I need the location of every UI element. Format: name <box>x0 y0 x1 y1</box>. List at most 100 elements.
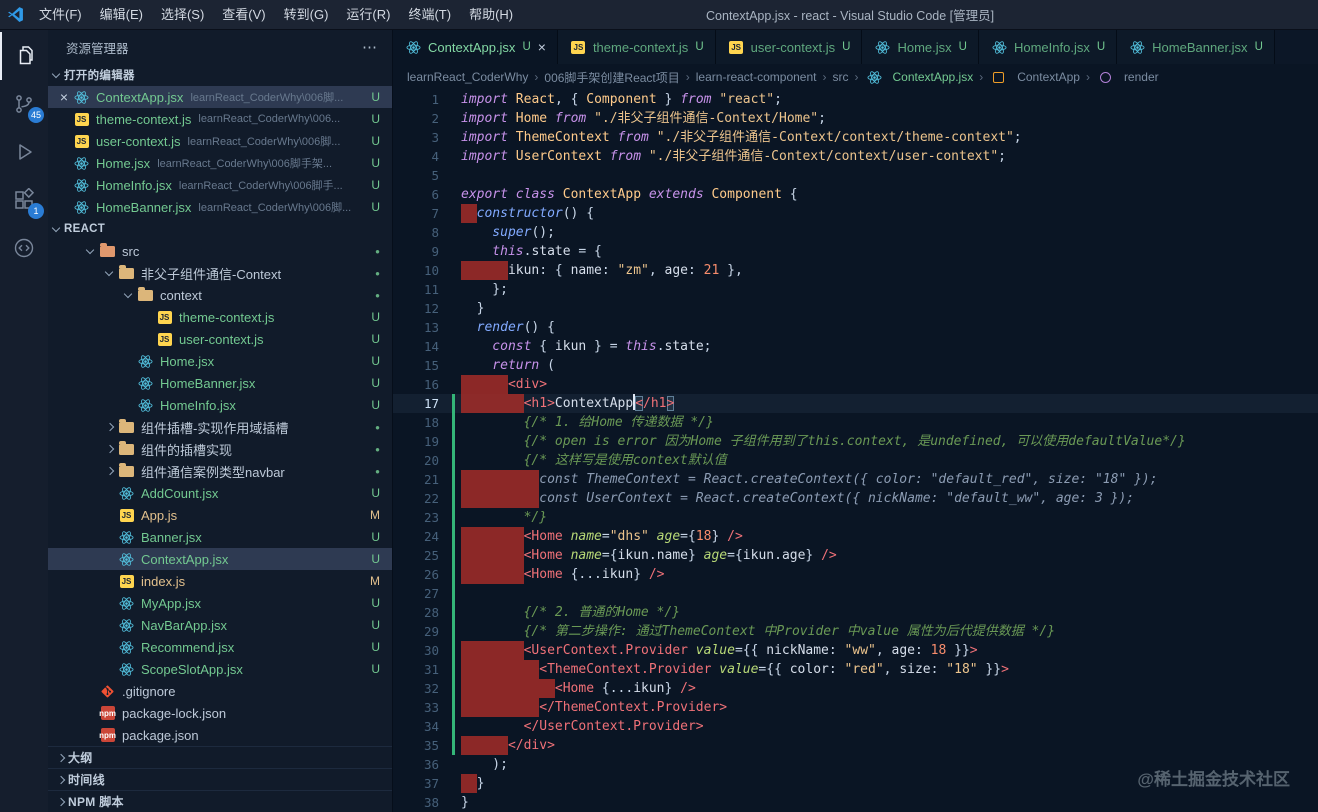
tree-item[interactable]: 组件通信案例类型navbar ● <box>48 460 392 482</box>
code-assistant-icon[interactable] <box>0 224 48 272</box>
tree-item[interactable]: NavBarApp.jsx U <box>48 614 392 636</box>
open-editor-item[interactable]: × ContextApp.jsx learnReact_CoderWhy\006脚.… <box>48 86 392 108</box>
editor-tab[interactable]: HomeBanner.jsx U <box>1117 30 1275 64</box>
open-editor-item[interactable]: JS theme-context.js learnReact_CoderWhy\00… <box>48 108 392 130</box>
tree-item[interactable]: ScopeSlotApp.jsx U <box>48 658 392 680</box>
breadcrumb-item[interactable]: ContextApp.jsx <box>865 66 973 88</box>
code-line[interactable]: 37} <box>393 774 1318 793</box>
more-actions-icon[interactable]: ⋯ <box>362 38 378 56</box>
menu-item-6[interactable]: 终端(T) <box>399 0 460 30</box>
tree-item[interactable]: AddCount.jsx U <box>48 482 392 504</box>
code-line[interactable]: 28 {/* 2. 普通的Home */} <box>393 603 1318 622</box>
tree-item[interactable]: ContextApp.jsx U <box>48 548 392 570</box>
code-line[interactable]: 21 const ThemeContext = React.createConte… <box>393 470 1318 489</box>
tree-item[interactable]: src ● <box>48 240 392 262</box>
code-line[interactable]: 18 {/* 1. 给Home 传递数据 */} <box>393 413 1318 432</box>
code-line[interactable]: 17 <h1>ContextApp </h1> <box>393 394 1318 413</box>
code-line[interactable]: 32 <Home {...ikun} /> <box>393 679 1318 698</box>
editor-tab[interactable]: JS theme-context.js U <box>557 30 716 64</box>
tree-item[interactable]: JS user-context.js U <box>48 328 392 350</box>
code-line[interactable]: 29 {/* 第二步操作: 通过ThemeContext 中Provider 中v… <box>393 622 1318 641</box>
close-editor-icon[interactable]: × <box>56 89 72 105</box>
code-line[interactable]: 9 this.state = { <box>393 242 1318 261</box>
open-editor-item[interactable]: HomeBanner.jsx learnReact_CoderWhy\006脚..… <box>48 196 392 218</box>
code-line[interactable]: 31 <ThemeContext.Provider value={{ color:… <box>393 660 1318 679</box>
code-line[interactable]: 26 <Home {...ikun} /> <box>393 565 1318 584</box>
tree-item[interactable]: Recommend.jsx U <box>48 636 392 658</box>
tree-item[interactable]: 组件的插槽实现 ● <box>48 438 392 460</box>
menu-item-1[interactable]: 编辑(E) <box>91 0 152 30</box>
sidebar-section-1[interactable]: 时间线 <box>48 768 392 790</box>
breadcrumb-item[interactable]: src <box>833 70 849 84</box>
menu-item-3[interactable]: 查看(V) <box>213 0 274 30</box>
tree-item[interactable]: HomeBanner.jsx U <box>48 372 392 394</box>
menu-item-4[interactable]: 转到(G) <box>275 0 338 30</box>
code-line[interactable]: 5 <box>393 166 1318 185</box>
run-debug-icon[interactable] <box>0 128 48 176</box>
tree-item[interactable]: npm package.json <box>48 724 392 746</box>
open-editors-header[interactable]: 打开的编辑器 <box>48 64 392 86</box>
code-line[interactable]: 15 return ( <box>393 356 1318 375</box>
tree-item[interactable]: Home.jsx U <box>48 350 392 372</box>
code-line[interactable]: 30 <UserContext.Provider value={{ nickNam… <box>393 641 1318 660</box>
extensions-icon[interactable]: 1 <box>0 176 48 224</box>
project-root-header[interactable]: REACT <box>48 218 392 240</box>
code-line[interactable]: 16 <div> <box>393 375 1318 394</box>
open-editor-item[interactable]: JS user-context.js learnReact_CoderWhy\006… <box>48 130 392 152</box>
breadcrumb-item[interactable]: render <box>1096 66 1159 88</box>
tree-item[interactable]: MyApp.jsx U <box>48 592 392 614</box>
code-line[interactable]: 35 </div> <box>393 736 1318 755</box>
breadcrumb-item[interactable]: learn-react-component <box>696 70 817 84</box>
explorer-icon[interactable] <box>0 32 48 80</box>
breadcrumb-item[interactable]: 006脚手架创建React项目 <box>544 69 679 86</box>
tree-item[interactable]: JS App.js M <box>48 504 392 526</box>
code-line[interactable]: 12} <box>393 299 1318 318</box>
code-line[interactable]: 19 {/* open is error 因为Home 子组件用到了this.co… <box>393 432 1318 451</box>
tree-item[interactable]: Banner.jsx U <box>48 526 392 548</box>
tree-item[interactable]: context ● <box>48 284 392 306</box>
code-line[interactable]: 27 <box>393 584 1318 603</box>
code-line[interactable]: 25 <Home name={ikun.name} age={ikun.age} … <box>393 546 1318 565</box>
open-editor-item[interactable]: Home.jsx learnReact_CoderWhy\006脚手架... U <box>48 152 392 174</box>
editor-tab[interactable]: ContextApp.jsx U × <box>393 30 558 64</box>
code-line[interactable]: 3 import ThemeContext from "./非父子组件通信-Con… <box>393 128 1318 147</box>
code-line[interactable]: 22 const UserContext = React.createContex… <box>393 489 1318 508</box>
tree-item[interactable]: npm package-lock.json <box>48 702 392 724</box>
code-line[interactable]: 7 constructor() { <box>393 204 1318 223</box>
breadcrumb-item[interactable]: learnReact_CoderWhy <box>407 70 528 84</box>
menu-item-5[interactable]: 运行(R) <box>337 0 399 30</box>
open-editor-item[interactable]: HomeInfo.jsx learnReact_CoderWhy\006脚手...… <box>48 174 392 196</box>
close-tab-icon[interactable]: × <box>538 39 546 55</box>
code-line[interactable]: 14 const { ikun } = this.state; <box>393 337 1318 356</box>
menu-item-2[interactable]: 选择(S) <box>152 0 213 30</box>
code-line[interactable]: 34 </UserContext.Provider> <box>393 717 1318 736</box>
code-line[interactable]: 33 </ThemeContext.Provider> <box>393 698 1318 717</box>
code-line[interactable]: 1 import React, { Component } from "react… <box>393 90 1318 109</box>
tree-item[interactable]: 组件插槽-实现作用域插槽 ● <box>48 416 392 438</box>
sidebar-section-2[interactable]: NPM 脚本 <box>48 790 392 812</box>
tree-item[interactable]: HomeInfo.jsx U <box>48 394 392 416</box>
source-control-icon[interactable]: 45 <box>0 80 48 128</box>
code-line[interactable]: 6 export class ContextApp extends Compone… <box>393 185 1318 204</box>
code-line[interactable]: 4 import UserContext from "./非父子组件通信-Cont… <box>393 147 1318 166</box>
code-line[interactable]: 8 super(); <box>393 223 1318 242</box>
code-line[interactable]: 24 <Home name="dhs" age={18} /> <box>393 527 1318 546</box>
editor-tab[interactable]: JS user-context.js U <box>715 30 863 64</box>
code-line[interactable]: 38} <box>393 793 1318 812</box>
code-line[interactable]: 36); <box>393 755 1318 774</box>
tree-item[interactable]: .gitignore <box>48 680 392 702</box>
code-line[interactable]: 23 */} <box>393 508 1318 527</box>
tree-item[interactable]: JS index.js M <box>48 570 392 592</box>
breadcrumb-item[interactable]: ContextApp <box>989 66 1080 88</box>
code-line[interactable]: 2 import Home from "./非父子组件通信-Context/Hom… <box>393 109 1318 128</box>
editor-tab[interactable]: Home.jsx U <box>862 30 979 64</box>
tree-item[interactable]: 非父子组件通信-Context ● <box>48 262 392 284</box>
menu-item-0[interactable]: 文件(F) <box>30 0 91 30</box>
editor-tab[interactable]: HomeInfo.jsx U <box>978 30 1118 64</box>
code-line[interactable]: 20 {/* 这样写是使用context默认值 <box>393 451 1318 470</box>
code-line[interactable]: 10 ikun: { name: "zm", age: 21 }, <box>393 261 1318 280</box>
tree-item[interactable]: JS theme-context.js U <box>48 306 392 328</box>
menu-item-7[interactable]: 帮助(H) <box>460 0 522 30</box>
code-line[interactable]: 11}; <box>393 280 1318 299</box>
sidebar-section-0[interactable]: 大纲 <box>48 746 392 768</box>
